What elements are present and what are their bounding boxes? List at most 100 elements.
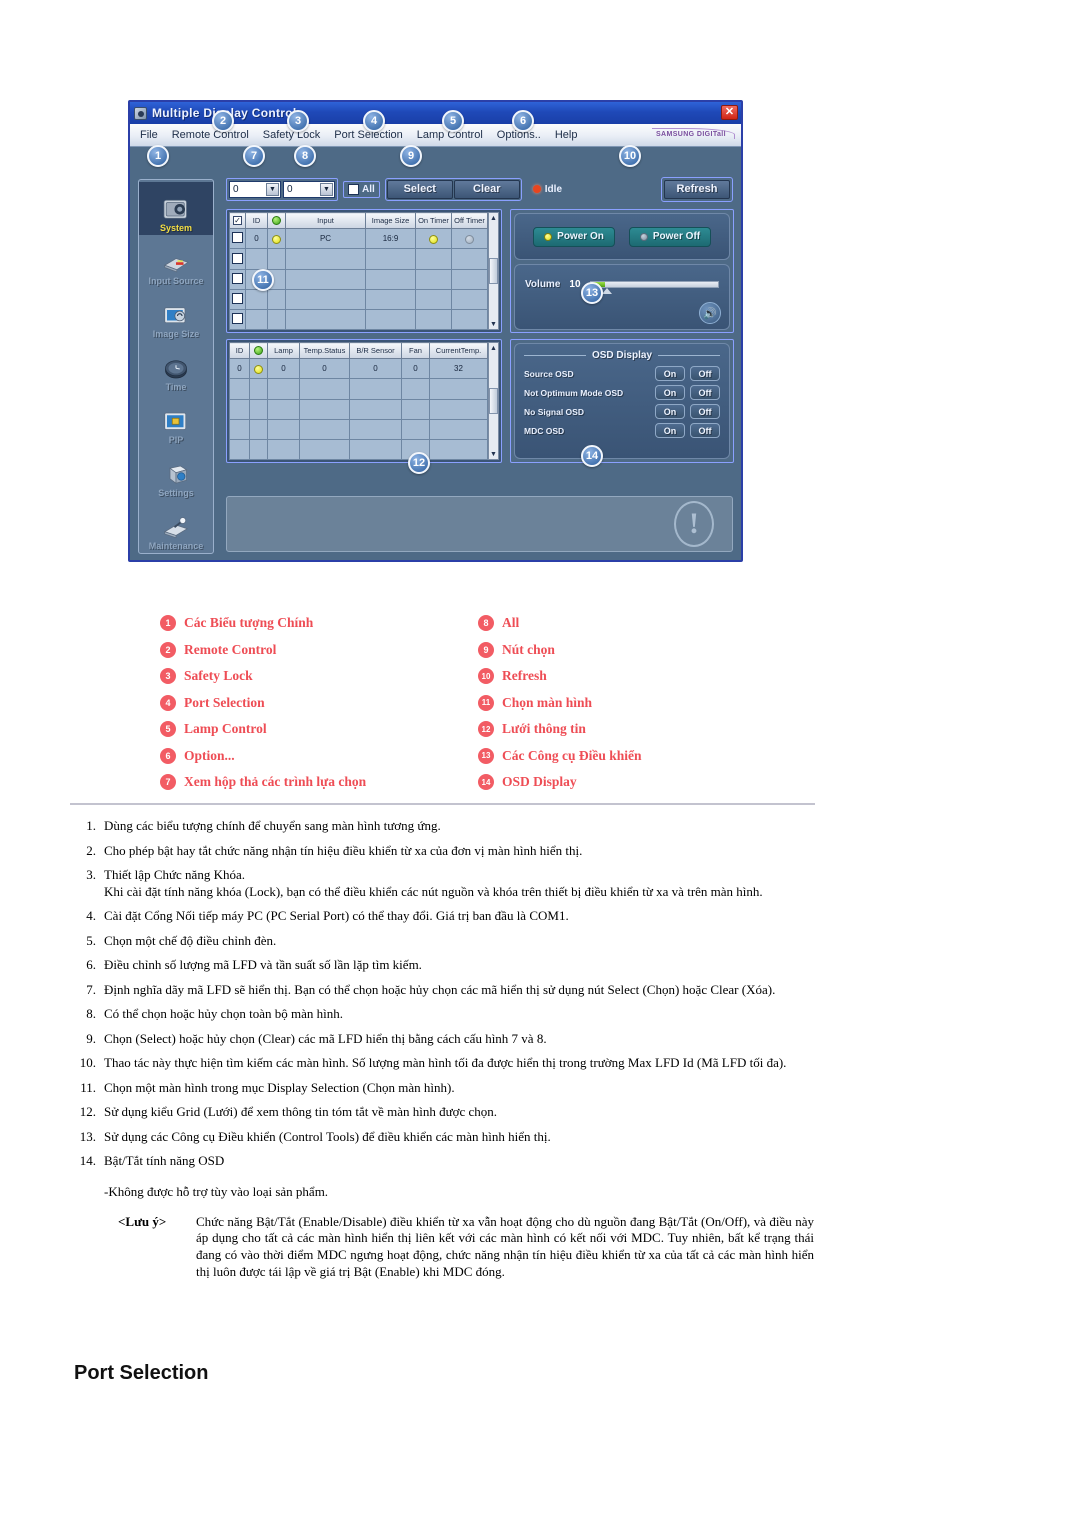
all-checkbox-group[interactable]: All: [343, 180, 380, 198]
callout-badge-3: 3: [287, 110, 309, 132]
step-text: Thiết lập Chức năng Khóa.: [104, 867, 245, 882]
row-checkbox[interactable]: [232, 292, 243, 304]
table-row[interactable]: [229, 248, 488, 270]
col-lamp[interactable]: Lamp: [267, 341, 300, 360]
col-temp-status[interactable]: Temp.Status: [299, 341, 350, 360]
lfd-to-select[interactable]: 0 ▼: [283, 180, 335, 198]
scroll-up-icon[interactable]: ▲: [490, 213, 497, 223]
not-optimum-osd-on-button[interactable]: On: [655, 385, 685, 400]
row-checkbox-cell[interactable]: [229, 248, 246, 270]
callout-badge-10: 10: [619, 145, 641, 167]
divider-left: [524, 355, 586, 356]
row-input: [285, 288, 366, 310]
row-checkbox-cell[interactable]: [229, 268, 246, 290]
power-header-icon: [272, 216, 281, 226]
row-checkbox-cell[interactable]: [229, 308, 246, 331]
table-row[interactable]: 0 0 0 0 0 32: [229, 358, 488, 380]
col-check[interactable]: ✓: [229, 211, 246, 230]
scroll-down-icon[interactable]: ▼: [490, 319, 497, 329]
sidebar-item-system[interactable]: System: [139, 182, 213, 235]
no-signal-osd-on-button[interactable]: On: [655, 404, 685, 419]
sidebar-item-image-size[interactable]: Image Size: [139, 288, 213, 341]
row-checkbox[interactable]: [232, 272, 243, 284]
no-signal-osd-off-button[interactable]: Off: [690, 404, 720, 419]
volume-slider[interactable]: [589, 281, 719, 294]
scrollbar-thumb[interactable]: [489, 388, 498, 414]
sidebar-label-settings: Settings: [158, 488, 194, 498]
select-button[interactable]: Select: [386, 179, 453, 199]
table-row[interactable]: [229, 308, 488, 331]
menu-item-remote-control[interactable]: Remote Control: [166, 127, 255, 143]
col-br-sensor[interactable]: B/R Sensor: [349, 341, 402, 360]
step-number: 5.: [86, 932, 96, 948]
legend-number: 1: [160, 615, 176, 632]
row-checkbox[interactable]: [232, 312, 243, 324]
row-checkbox-cell[interactable]: [229, 288, 246, 310]
scrollbar-thumb[interactable]: [489, 258, 498, 284]
info-grid-scrollbar[interactable]: ▲ ▼: [488, 342, 499, 460]
step-number: 13.: [79, 1128, 96, 1144]
all-checkbox[interactable]: [348, 183, 359, 195]
col-id[interactable]: ID: [245, 211, 268, 230]
info-grid[interactable]: ID Lamp Temp.Status B/R Sensor Fan Curre…: [226, 339, 502, 463]
col-power[interactable]: [267, 211, 286, 230]
menu-item-file[interactable]: File: [134, 127, 164, 143]
col-input[interactable]: Input: [285, 211, 366, 230]
table-row[interactable]: [229, 378, 488, 400]
step-text: Bật/Tắt tính năng OSD: [104, 1153, 225, 1168]
display-grid-scrollbar[interactable]: ▲ ▼: [488, 212, 499, 330]
not-optimum-osd-off-button[interactable]: Off: [690, 385, 720, 400]
legend-text: Port Selection: [184, 694, 265, 710]
sidebar-item-pip[interactable]: PIP: [139, 394, 213, 447]
table-row[interactable]: [229, 418, 488, 440]
refresh-button[interactable]: Refresh: [664, 179, 730, 199]
col-off-timer[interactable]: Off Timer: [451, 211, 488, 230]
callout-badge-6: 6: [512, 110, 534, 132]
mdc-osd-on-button[interactable]: On: [655, 423, 685, 438]
note-tag: <Lưu ý>: [118, 1213, 167, 1229]
power-off-button[interactable]: Power Off: [629, 226, 711, 247]
row-checkbox[interactable]: [232, 252, 243, 264]
chevron-down-icon[interactable]: ▼: [320, 182, 333, 196]
sidebar-item-maintenance[interactable]: Maintenance: [139, 500, 213, 553]
legend-item-13: 13 Các Công cụ Điều khiển: [478, 743, 778, 770]
col-current-temp[interactable]: CurrentTemp.: [429, 341, 488, 360]
volume-slider-handle[interactable]: [601, 288, 612, 294]
speaker-icon[interactable]: 🔊: [699, 302, 721, 324]
mdc-osd-off-button[interactable]: Off: [690, 423, 720, 438]
osd-row-mdc: MDC OSD On Off: [524, 423, 720, 438]
refresh-group: Refresh: [661, 176, 733, 202]
step-number: 2.: [86, 842, 96, 858]
row-lamp: [267, 418, 300, 440]
menu-item-help[interactable]: Help: [549, 127, 584, 143]
legend-item-1: 1 Các Biểu tượng Chính: [160, 610, 460, 637]
lfd-range-group: 0 ▼ 0 ▼: [226, 177, 338, 201]
col-on-timer[interactable]: On Timer: [415, 211, 452, 230]
col-id[interactable]: ID: [229, 341, 250, 360]
sidebar-item-time[interactable]: Time: [139, 341, 213, 394]
row-checkbox-cell[interactable]: [229, 228, 246, 250]
col-power[interactable]: [249, 341, 268, 360]
power-on-button[interactable]: Power On: [533, 226, 615, 247]
step-text: Cài đặt Cổng Nối tiếp máy PC (PC Serial …: [104, 908, 569, 923]
close-icon[interactable]: ✕: [721, 105, 738, 120]
chevron-down-icon[interactable]: ▼: [266, 182, 279, 196]
row-power: [249, 438, 268, 461]
table-row[interactable]: 0 PC 16:9: [229, 228, 488, 250]
clear-button[interactable]: Clear: [453, 179, 520, 199]
table-row[interactable]: [229, 398, 488, 420]
col-image-size[interactable]: Image Size: [365, 211, 416, 230]
legend-number: 6: [160, 747, 176, 764]
select-all-checkbox-icon[interactable]: ✓: [233, 216, 242, 226]
source-osd-on-button[interactable]: On: [655, 366, 685, 381]
row-checkbox[interactable]: [232, 232, 243, 244]
scroll-down-icon[interactable]: ▼: [490, 449, 497, 459]
source-osd-off-button[interactable]: Off: [690, 366, 720, 381]
sidebar-item-settings[interactable]: Settings: [139, 447, 213, 500]
table-row[interactable]: [229, 438, 488, 461]
lfd-from-select[interactable]: 0 ▼: [229, 180, 281, 198]
col-fan[interactable]: Fan: [401, 341, 430, 360]
sidebar-item-input-source[interactable]: Input Source: [139, 235, 213, 288]
table-row[interactable]: [229, 288, 488, 310]
scroll-up-icon[interactable]: ▲: [490, 343, 497, 353]
